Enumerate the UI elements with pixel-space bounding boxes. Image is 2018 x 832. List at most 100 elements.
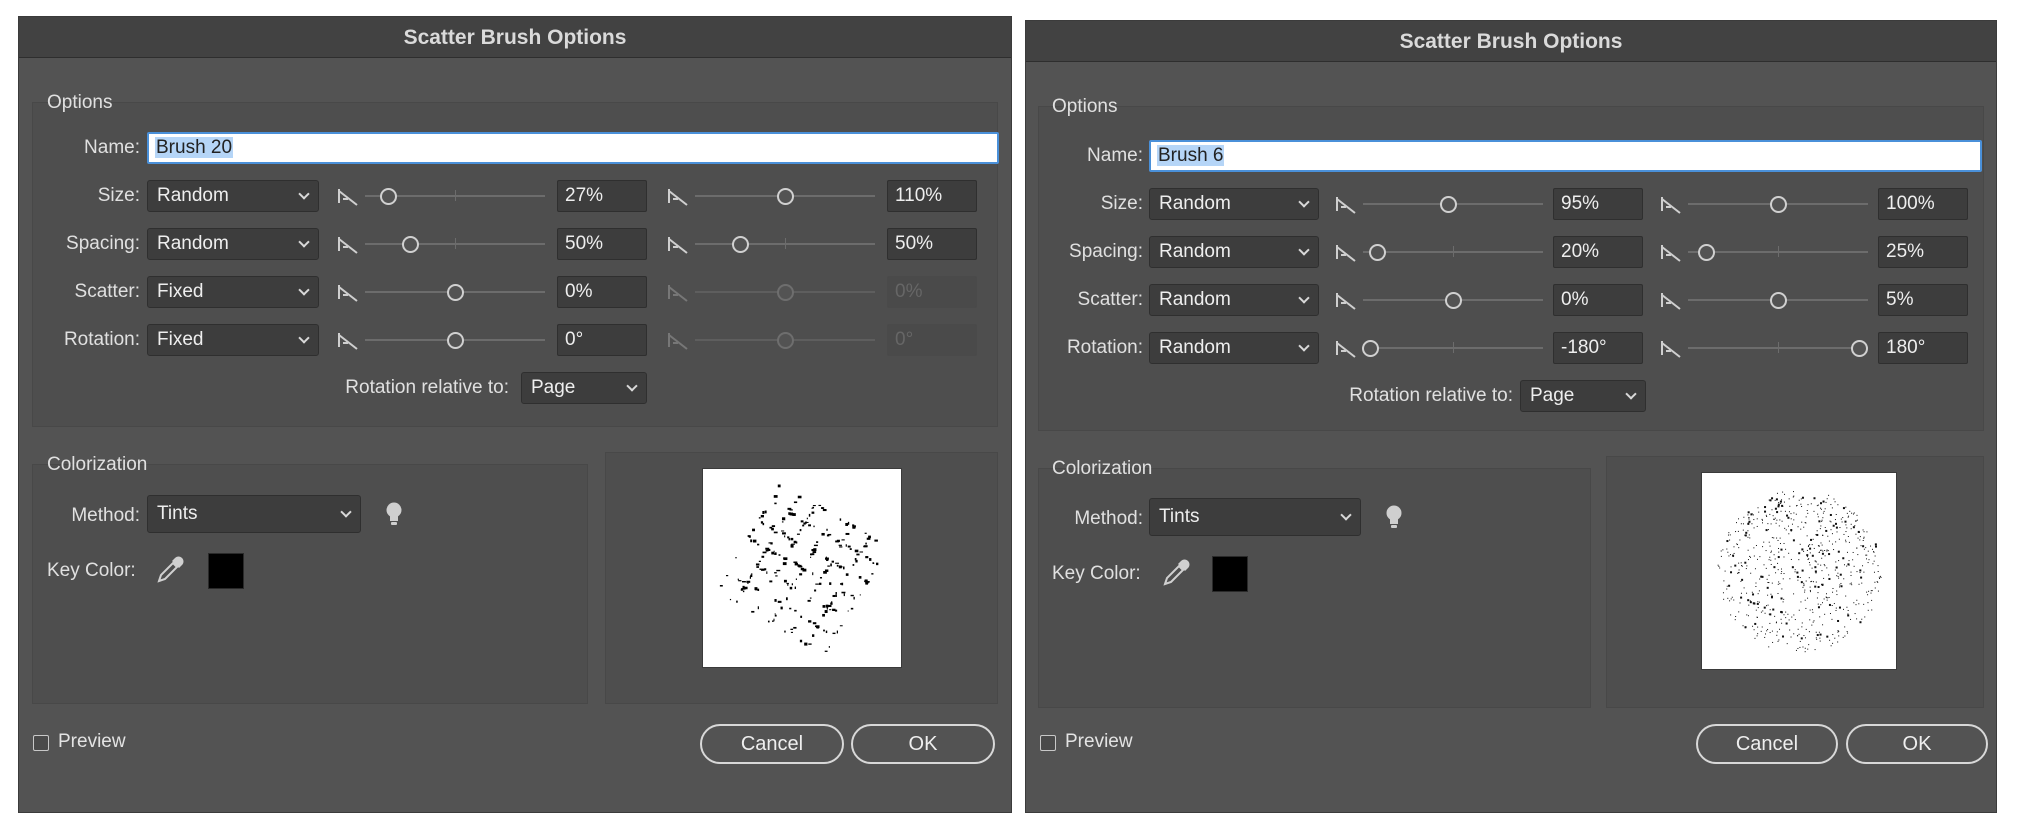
scatter-min-field[interactable]: 0% — [557, 276, 647, 308]
slider-knob[interactable] — [732, 236, 749, 253]
spacing-method-value: Random — [1159, 241, 1231, 262]
scatter-min-field[interactable]: 0% — [1553, 284, 1643, 316]
brush-stroke-mark — [793, 561, 798, 563]
name-input[interactable]: Brush 6 — [1149, 140, 1982, 172]
brush-stroke-mark — [1822, 500, 1825, 503]
spacing-max-field[interactable]: 50% — [887, 228, 977, 260]
name-input[interactable]: Brush 20 — [147, 132, 999, 164]
slider-knob[interactable] — [447, 284, 464, 301]
cancel-button[interactable]: Cancel — [1696, 724, 1838, 764]
chevron-down-icon — [626, 380, 638, 392]
brush-stroke-mark — [1778, 639, 1780, 641]
preview-label[interactable]: Preview — [58, 731, 126, 753]
preview-checkbox[interactable] — [1040, 735, 1056, 751]
spacing-max-slider[interactable] — [1688, 236, 1868, 268]
options-legend: Options — [1052, 96, 1118, 117]
slider-knob[interactable] — [402, 236, 419, 253]
slider-knob[interactable] — [1770, 196, 1787, 213]
spacing-min-slider[interactable] — [1363, 236, 1543, 268]
slider-knob[interactable] — [447, 332, 464, 349]
chevron-down-icon — [1298, 292, 1310, 304]
ok-button[interactable]: OK — [851, 724, 995, 764]
brush-stroke-mark — [811, 511, 815, 514]
lightbulb-icon[interactable] — [1385, 504, 1403, 530]
method-select[interactable]: Tints — [1149, 498, 1361, 536]
brush-stroke-mark — [1741, 578, 1744, 581]
scatter-max-field[interactable]: 5% — [1878, 284, 1968, 316]
rotation-method-select[interactable]: Fixed — [147, 324, 319, 356]
key-color-swatch[interactable] — [208, 553, 244, 589]
spacing-method-select[interactable]: Random — [1149, 236, 1319, 268]
brush-stroke-mark — [1779, 543, 1781, 545]
brush-stroke-mark — [853, 596, 855, 600]
eyedropper-icon[interactable] — [155, 555, 185, 585]
scatter-min-slider[interactable] — [1363, 284, 1543, 316]
brush-stroke-mark — [1838, 538, 1840, 540]
method-select[interactable]: Tints — [147, 495, 361, 533]
spacing-max-field[interactable]: 25% — [1878, 236, 1968, 268]
brush-stroke-mark — [1828, 577, 1831, 580]
size-method-value: Random — [157, 185, 229, 206]
rotation-min-field[interactable]: -180° — [1553, 332, 1643, 364]
size-max-field[interactable]: 100% — [1878, 188, 1968, 220]
scatter-method-select[interactable]: Random — [1149, 284, 1319, 316]
scatter-method-value: Fixed — [157, 281, 204, 302]
slider-knob[interactable] — [1445, 292, 1462, 309]
slider-knob[interactable] — [1851, 340, 1868, 357]
spacing-max-slider[interactable] — [695, 228, 875, 260]
rotation-max-field[interactable]: 180° — [1878, 332, 1968, 364]
brush-stroke-mark — [841, 591, 846, 594]
size-max-slider[interactable] — [1688, 188, 1868, 220]
spacing-min-field[interactable]: 50% — [557, 228, 647, 260]
brush-stroke-mark — [1819, 633, 1822, 636]
size-min-field[interactable]: 95% — [1553, 188, 1643, 220]
brush-stroke-mark — [795, 541, 798, 544]
brush-stroke-mark — [1749, 555, 1751, 557]
size-min-slider[interactable] — [1363, 188, 1543, 220]
rotation-max-slider[interactable] — [1688, 332, 1868, 364]
slider-knob[interactable] — [1369, 244, 1387, 261]
preview-label[interactable]: Preview — [1065, 731, 1133, 753]
rotation-relative-select[interactable]: Page — [521, 372, 647, 404]
cancel-button[interactable]: Cancel — [700, 724, 844, 764]
ok-button[interactable]: OK — [1846, 724, 1988, 764]
key-color-swatch[interactable] — [1212, 556, 1248, 592]
brush-stroke-mark — [1764, 612, 1766, 614]
spacing-min-field[interactable]: 20% — [1553, 236, 1643, 268]
slider-knob[interactable] — [1770, 292, 1787, 309]
brush-stroke-mark — [1793, 495, 1795, 497]
size-min-slider[interactable] — [365, 180, 545, 212]
brush-stroke-mark — [826, 528, 828, 531]
brush-stroke-mark — [1845, 595, 1847, 597]
lightbulb-icon[interactable] — [385, 501, 403, 527]
size-min-field[interactable]: 27% — [557, 180, 647, 212]
eyedropper-icon[interactable] — [1161, 558, 1191, 588]
rotation-relative-select[interactable]: Page — [1520, 380, 1646, 412]
brush-stroke-mark — [1810, 538, 1813, 541]
rotation-min-slider[interactable] — [1362, 332, 1543, 364]
rotation-min-slider[interactable] — [365, 324, 545, 356]
spacing-method-select[interactable]: Random — [147, 228, 319, 260]
brush-stroke-mark — [1815, 561, 1817, 563]
scatter-min-slider[interactable] — [365, 276, 545, 308]
rotation-min-field[interactable]: 0° — [557, 324, 647, 356]
slider-knob[interactable] — [380, 188, 398, 205]
size-method-select[interactable]: Random — [1149, 188, 1319, 220]
slider-knob[interactable] — [1439, 196, 1457, 213]
size-max-slider[interactable] — [695, 180, 875, 212]
brush-stroke-mark — [1751, 523, 1753, 525]
spacing-min-slider[interactable] — [365, 228, 545, 260]
rotation-method-select[interactable]: Random — [1149, 332, 1319, 364]
size-max-field[interactable]: 110% — [887, 180, 977, 212]
brush-stroke-mark — [1857, 530, 1860, 533]
slider-knob[interactable] — [1698, 244, 1715, 261]
brush-stroke-mark — [1772, 608, 1775, 611]
brush-stroke-mark — [822, 613, 825, 617]
slider-knob[interactable] — [777, 188, 794, 205]
scatter-max-slider[interactable] — [1688, 284, 1868, 316]
size-method-select[interactable]: Random — [147, 180, 319, 212]
scatter-method-select[interactable]: Fixed — [147, 276, 319, 308]
slider-knob[interactable] — [1362, 340, 1380, 357]
brush-stroke-mark — [850, 594, 854, 597]
preview-checkbox[interactable] — [33, 735, 49, 751]
